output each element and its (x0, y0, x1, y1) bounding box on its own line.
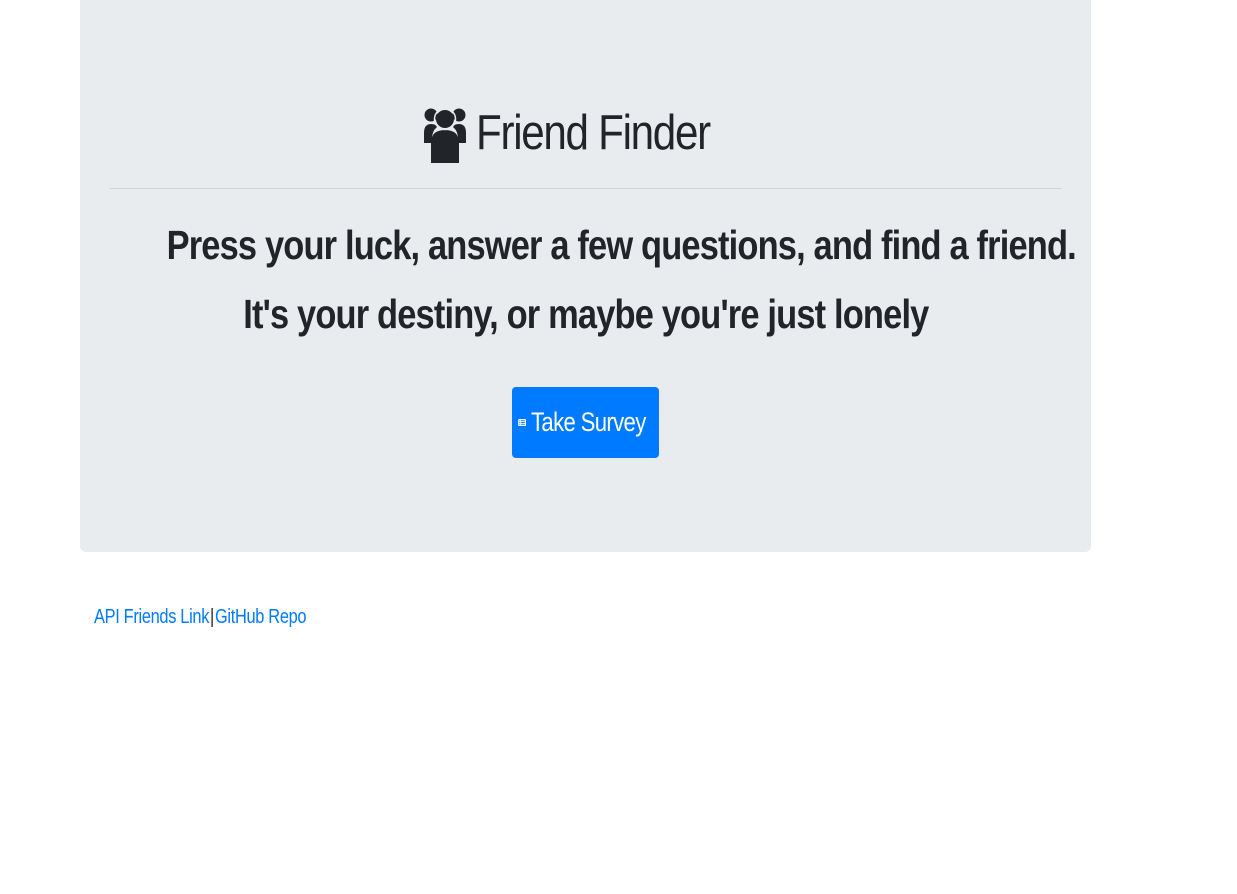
github-repo-link[interactable]: GitHub Repo (215, 606, 307, 629)
api-friends-link[interactable]: API Friends Link (94, 606, 209, 629)
list-alt-icon (518, 419, 527, 426)
lead-line-1-text: Press your luck, answer a few questions,… (166, 222, 1077, 268)
jumbotron: Friend Finder Press your luck, answer a … (80, 0, 1091, 552)
page-title-row: Friend Finder (80, 98, 1091, 168)
take-survey-button[interactable]: Take Survey (512, 387, 659, 458)
users-icon (423, 107, 466, 163)
footer-links: API Friends Link | GitHub Repo (94, 606, 326, 629)
divider (110, 188, 1062, 189)
take-survey-label: Take Survey (531, 407, 646, 437)
lead-line-2-text: It's your destiny, or maybe you're just … (242, 291, 929, 337)
page-title: Friend Finder (475, 106, 711, 160)
lead-line-1: Press your luck, answer a few questions,… (80, 222, 1091, 269)
footer-separator: | (210, 606, 215, 628)
lead-line-2: It's your destiny, or maybe you're just … (80, 291, 1091, 338)
